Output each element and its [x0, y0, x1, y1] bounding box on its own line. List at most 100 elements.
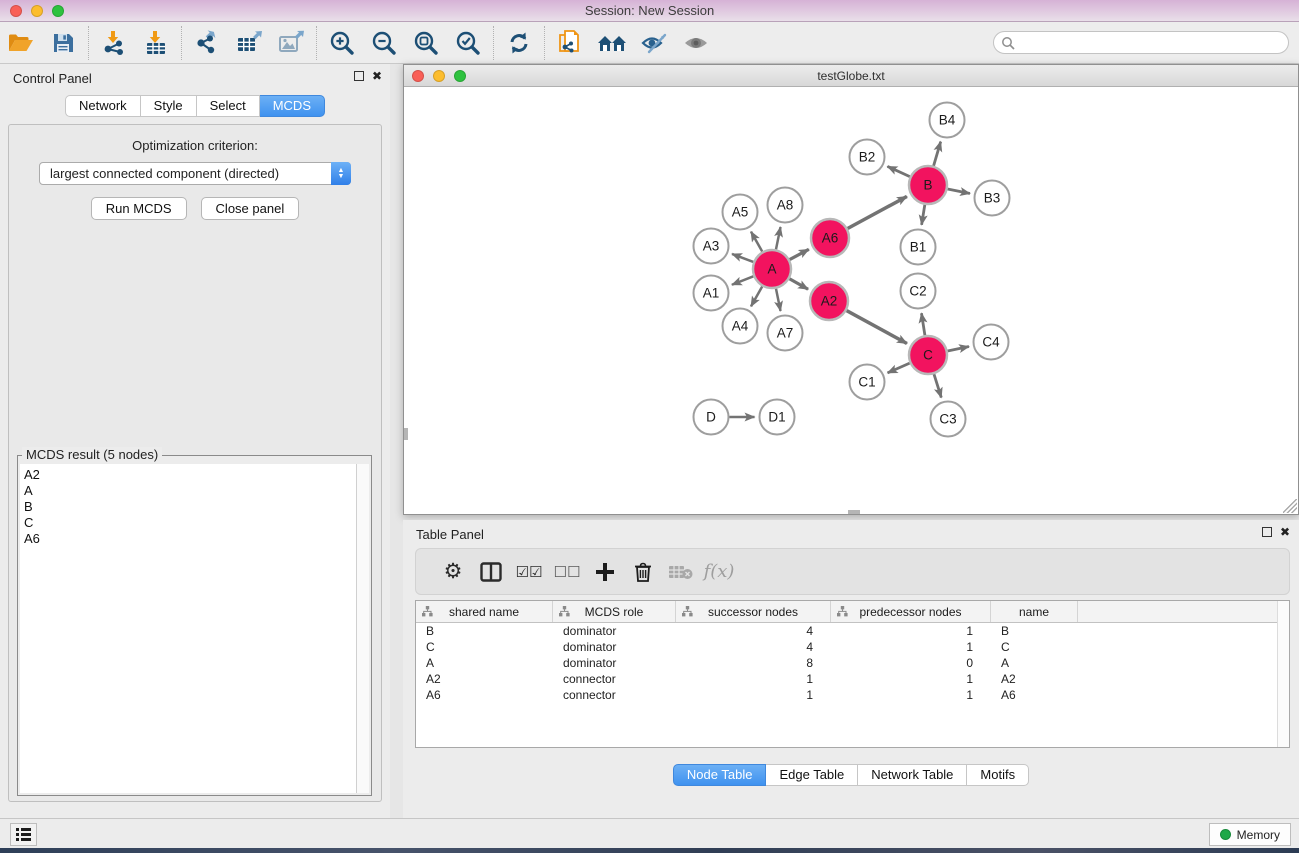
column-header-shared-name[interactable]: shared name: [416, 601, 553, 622]
edge-C-C2[interactable]: [921, 313, 924, 335]
duplicate-network-icon[interactable]: [549, 25, 591, 61]
tab-motifs[interactable]: Motifs: [967, 764, 1029, 786]
edge-A-A8[interactable]: [776, 227, 781, 249]
column-header-MCDS-role[interactable]: MCDS role: [553, 601, 676, 622]
edge-C-C3[interactable]: [934, 374, 941, 397]
zoom-fit-icon[interactable]: [405, 25, 447, 61]
memory-button[interactable]: Memory: [1209, 823, 1291, 846]
result-item[interactable]: B: [24, 499, 356, 515]
graph-node-B[interactable]: B: [909, 166, 947, 204]
import-table-icon[interactable]: [135, 25, 177, 61]
graph-node-A7[interactable]: A7: [768, 316, 803, 351]
zoom-in-icon[interactable]: [321, 25, 363, 61]
graph-node-A2[interactable]: A2: [810, 282, 848, 320]
close-panel-button[interactable]: Close panel: [201, 197, 300, 220]
edge-C-C1[interactable]: [888, 363, 910, 373]
graph-node-A8[interactable]: A8: [768, 188, 803, 223]
edge-B-B2[interactable]: [887, 166, 909, 176]
hide-annotations-icon[interactable]: [633, 25, 675, 61]
export-table-icon[interactable]: [228, 25, 270, 61]
table-cell[interactable]: A6: [991, 688, 1078, 702]
table-cell[interactable]: 1: [831, 624, 991, 638]
table-cell[interactable]: connector: [553, 688, 676, 702]
split-view-icon[interactable]: [472, 553, 510, 591]
graph-node-A5[interactable]: A5: [723, 195, 758, 230]
table-row[interactable]: Bdominator41B: [416, 623, 1289, 639]
run-mcds-button[interactable]: Run MCDS: [91, 197, 187, 220]
table-cell[interactable]: dominator: [553, 640, 676, 654]
graph-node-A3[interactable]: A3: [694, 229, 729, 264]
table-cell[interactable]: 1: [831, 672, 991, 686]
table-cell[interactable]: dominator: [553, 624, 676, 638]
table-cell[interactable]: A2: [991, 672, 1078, 686]
network-window-titlebar[interactable]: testGlobe.txt: [404, 65, 1298, 87]
float-panel-icon[interactable]: [354, 71, 364, 81]
result-scrollbar[interactable]: [357, 464, 369, 793]
network-graph[interactable]: B4B2BB3A8A5A6A3B1AC2A1A2A4A7C4CC1DD1C3: [404, 87, 1298, 514]
close-table-panel-icon[interactable]: ✖: [1280, 527, 1290, 537]
graph-node-C1[interactable]: C1: [850, 365, 885, 400]
result-item[interactable]: A: [24, 483, 356, 499]
edge-A-A3[interactable]: [732, 254, 753, 262]
export-image-icon[interactable]: [270, 25, 312, 61]
vertical-scroll-mark[interactable]: [404, 428, 408, 440]
graph-node-C3[interactable]: C3: [931, 402, 966, 437]
edge-A6-B[interactable]: [848, 196, 907, 228]
network-canvas[interactable]: B4B2BB3A8A5A6A3B1AC2A1A2A4A7C4CC1DD1C3: [404, 87, 1298, 514]
edge-A-A6[interactable]: [790, 249, 809, 259]
result-item[interactable]: C: [24, 515, 356, 531]
table-scrollbar[interactable]: [1277, 601, 1289, 747]
table-row[interactable]: A6connector11A6: [416, 687, 1289, 703]
graph-node-C2[interactable]: C2: [901, 274, 936, 309]
show-eye-icon[interactable]: [675, 25, 717, 61]
graph-node-B1[interactable]: B1: [901, 230, 936, 265]
result-item[interactable]: A6: [24, 531, 356, 547]
zoom-out-icon[interactable]: [363, 25, 405, 61]
table-cell[interactable]: B: [416, 624, 553, 638]
zoom-selected-icon[interactable]: [447, 25, 489, 61]
table-row[interactable]: Adominator80A: [416, 655, 1289, 671]
tab-mcds[interactable]: MCDS: [260, 95, 325, 117]
float-table-panel-icon[interactable]: [1262, 527, 1272, 537]
graph-node-B3[interactable]: B3: [975, 181, 1010, 216]
result-item[interactable]: A2: [24, 467, 356, 483]
table-cell[interactable]: A2: [416, 672, 553, 686]
edge-A-A2[interactable]: [789, 279, 808, 289]
graph-node-A6[interactable]: A6: [811, 219, 849, 257]
open-session-icon[interactable]: [0, 25, 42, 61]
table-cell[interactable]: 4: [676, 640, 831, 654]
graph-node-C4[interactable]: C4: [974, 325, 1009, 360]
table-cell[interactable]: 8: [676, 656, 831, 670]
table-cell[interactable]: A: [991, 656, 1078, 670]
table-cell[interactable]: C: [416, 640, 553, 654]
tab-node-table[interactable]: Node Table: [673, 764, 767, 786]
table-cell[interactable]: 1: [676, 688, 831, 702]
edge-A-A4[interactable]: [751, 286, 762, 306]
table-cell[interactable]: 1: [676, 672, 831, 686]
horizontal-scroll-mark[interactable]: [848, 510, 860, 514]
import-network-icon[interactable]: [93, 25, 135, 61]
table-cell[interactable]: A6: [416, 688, 553, 702]
home-icon[interactable]: [591, 25, 633, 61]
add-icon[interactable]: [586, 553, 624, 591]
edge-B-B1[interactable]: [922, 205, 925, 225]
tab-edge-table[interactable]: Edge Table: [766, 764, 858, 786]
table-cell[interactable]: C: [991, 640, 1078, 654]
table-cell[interactable]: connector: [553, 672, 676, 686]
edge-A-A1[interactable]: [732, 276, 753, 284]
graph-node-A[interactable]: A: [753, 250, 791, 288]
edge-B-B4[interactable]: [934, 142, 941, 166]
select-all-checks-icon[interactable]: ☑☑: [510, 553, 548, 591]
graph-node-A1[interactable]: A1: [694, 276, 729, 311]
table-cell[interactable]: 4: [676, 624, 831, 638]
refresh-icon[interactable]: [498, 25, 540, 61]
close-panel-icon[interactable]: ✖: [372, 71, 382, 81]
tab-network-table[interactable]: Network Table: [858, 764, 967, 786]
tab-style[interactable]: Style: [141, 95, 197, 117]
graph-node-C[interactable]: C: [909, 336, 947, 374]
tab-select[interactable]: Select: [197, 95, 260, 117]
search-input[interactable]: [1015, 34, 1288, 52]
table-cell[interactable]: 1: [831, 640, 991, 654]
tab-network[interactable]: Network: [65, 95, 141, 117]
graph-node-A4[interactable]: A4: [723, 309, 758, 344]
